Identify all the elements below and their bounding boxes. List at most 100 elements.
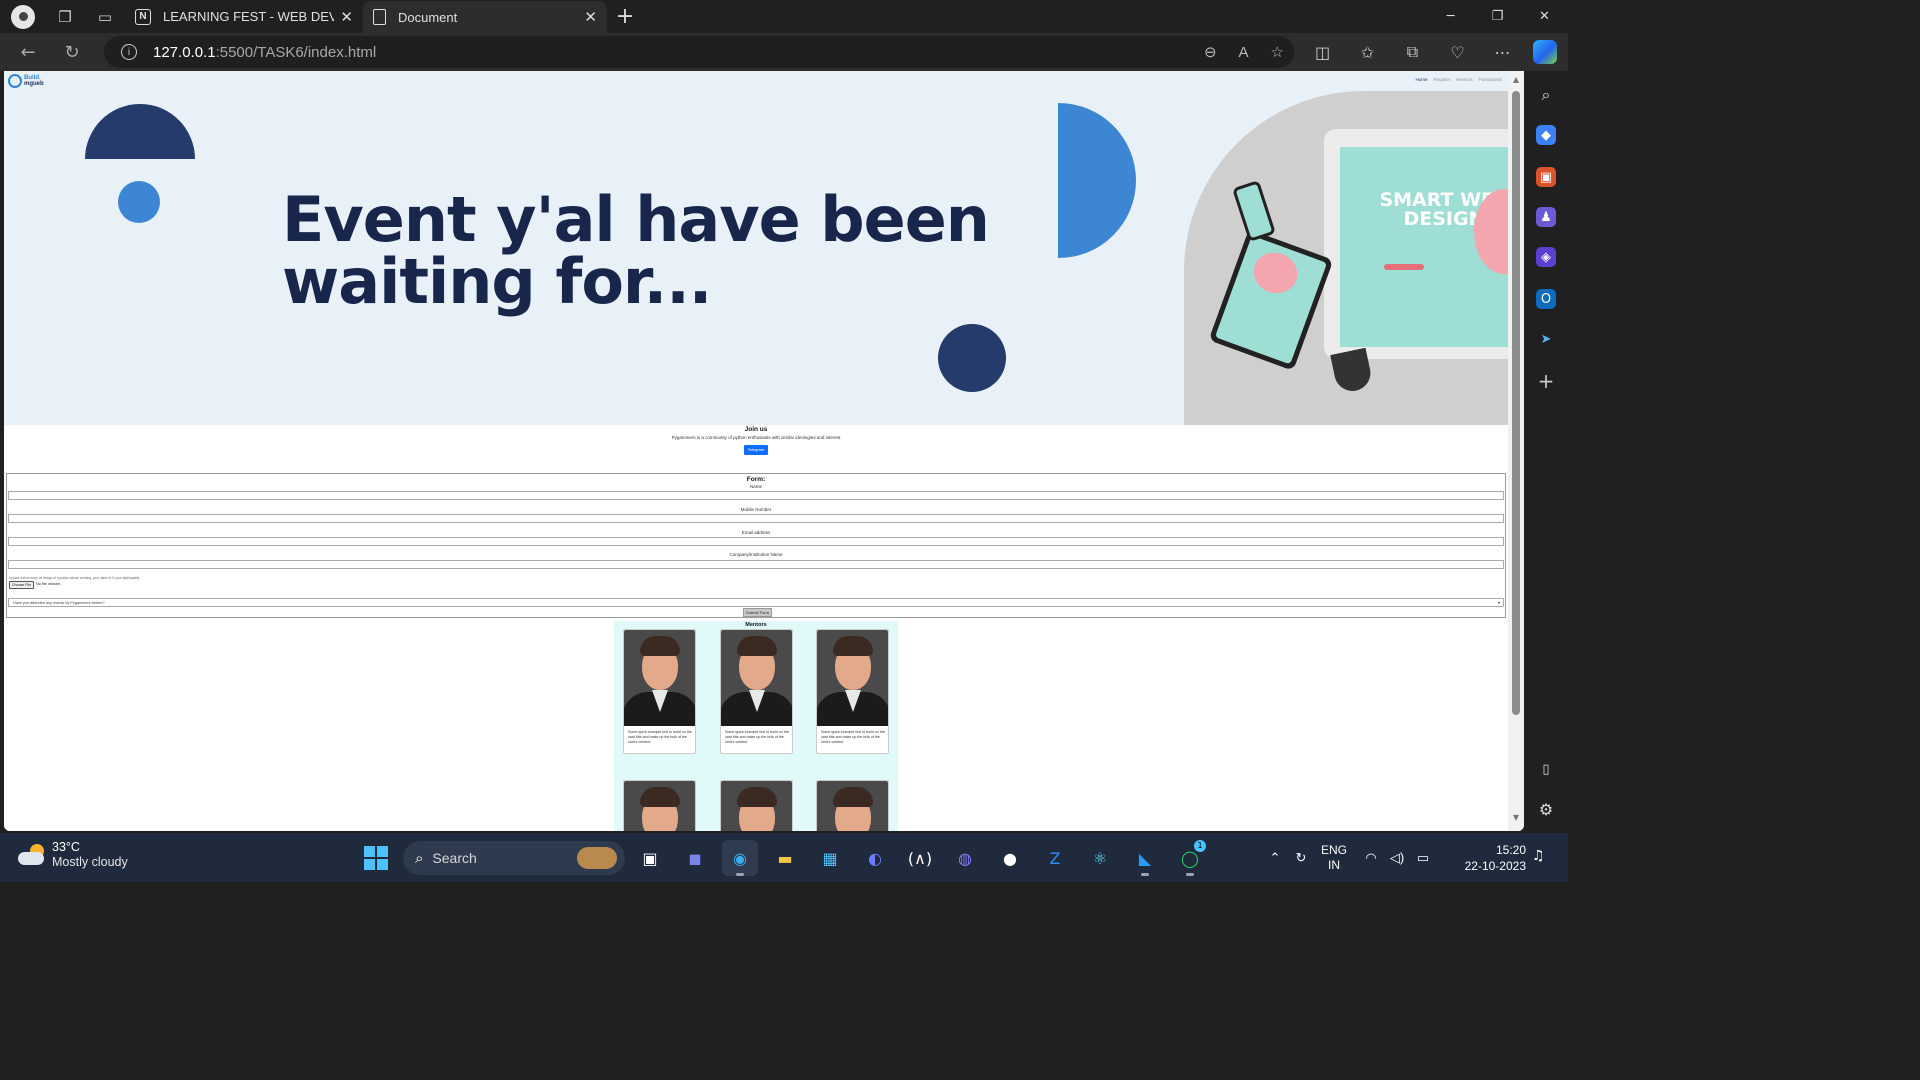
outlook-icon[interactable]: O bbox=[1536, 289, 1556, 309]
mentor-card-text: Some quick example text to build on the … bbox=[628, 730, 692, 744]
volume-icon[interactable]: ◁) bbox=[1387, 850, 1407, 866]
refresh-icon[interactable]: ↻ bbox=[50, 34, 94, 70]
edge-icon[interactable]: ◉ bbox=[722, 840, 758, 876]
whatsapp-icon[interactable]: ◯ 1 bbox=[1172, 840, 1208, 876]
search-icon[interactable]: ⌕ bbox=[1536, 85, 1556, 105]
name-field[interactable] bbox=[8, 491, 1504, 500]
tab-learning-fest[interactable]: N LEARNING FEST - WEB DEVELOPI ✕ bbox=[125, 1, 363, 33]
scroll-thumb[interactable] bbox=[1512, 91, 1520, 715]
tab-document[interactable]: Document ✕ bbox=[363, 1, 607, 33]
search-label: Search bbox=[432, 850, 477, 866]
read-aloud-icon[interactable]: A bbox=[1239, 44, 1249, 61]
scroll-down-icon[interactable]: ▼ bbox=[1511, 813, 1521, 823]
site-logo[interactable]: Build. mgueb bbox=[8, 74, 44, 88]
telegram-button[interactable]: Telegram bbox=[744, 445, 768, 455]
tools-icon[interactable]: ▣ bbox=[1536, 167, 1556, 187]
battery-icon[interactable]: ▭ bbox=[1413, 850, 1433, 866]
weather-widget[interactable]: 33°C Mostly cloudy bbox=[18, 840, 128, 870]
scroll-up-icon[interactable]: ▲ bbox=[1511, 75, 1521, 85]
page-scrollbar[interactable]: ▲ ▼ bbox=[1508, 71, 1524, 831]
nav-link-participants[interactable]: Participants bbox=[1478, 77, 1502, 82]
site-nav-links: Home Register Mentors Participants bbox=[1415, 77, 1502, 82]
new-tab-button[interactable]: + bbox=[607, 4, 643, 29]
close-window-icon[interactable]: ✕ bbox=[1521, 0, 1568, 32]
site-navbar: Build. mgueb Home Register Mentors Partic… bbox=[4, 71, 1508, 91]
nav-link-register[interactable]: Register bbox=[1433, 77, 1450, 82]
decor-half-circle-right bbox=[1058, 103, 1136, 258]
search-icon: ⌕ bbox=[415, 849, 424, 867]
maximize-icon[interactable]: ❐ bbox=[1474, 0, 1521, 32]
terminal-app-icon[interactable]: (∧) bbox=[902, 840, 938, 876]
clock[interactable]: 15:20 22-10-2023 bbox=[1458, 842, 1526, 874]
mentor-card[interactable]: Some quick example text to build on the … bbox=[623, 629, 696, 754]
choose-file-button[interactable]: Choose File bbox=[9, 581, 34, 589]
more-options-icon[interactable]: ⋯ bbox=[1480, 43, 1525, 62]
cortana-app-icon[interactable]: ◐ bbox=[857, 840, 893, 876]
mobile-label: Mobile Number bbox=[740, 507, 772, 512]
mentor-photo bbox=[721, 630, 792, 726]
tab-actions-icon[interactable]: ▭ bbox=[85, 1, 125, 33]
nav-link-home[interactable]: Home bbox=[1415, 77, 1427, 82]
partly-cloudy-icon bbox=[18, 844, 46, 866]
attended-events-select[interactable]: Have you attended any events by Pygammer… bbox=[8, 598, 1504, 607]
site-info-icon[interactable]: i bbox=[121, 44, 137, 60]
copilot-icon[interactable] bbox=[1533, 40, 1557, 64]
react-icon[interactable]: ⚛ bbox=[1082, 840, 1118, 876]
url-host: 127.0.0.1 bbox=[153, 43, 216, 61]
system-tray: ⌃ ↻ ENG IN ◠ ◁) ▭ bbox=[1265, 833, 1439, 882]
browser-essentials-icon[interactable]: ♡ bbox=[1435, 43, 1480, 62]
wifi-icon[interactable]: ◠ bbox=[1361, 850, 1381, 866]
discord-app-icon[interactable]: ◍ bbox=[947, 840, 983, 876]
back-icon[interactable]: ← bbox=[6, 34, 50, 70]
file-explorer-icon[interactable]: ▬ bbox=[767, 840, 803, 876]
submit-button[interactable]: Submit Form bbox=[743, 608, 772, 617]
windows-start-icon[interactable] bbox=[364, 846, 388, 870]
company-field[interactable] bbox=[8, 560, 1504, 569]
form-title: Form: bbox=[746, 476, 766, 483]
favorite-star-icon[interactable]: ☆ bbox=[1271, 43, 1284, 61]
teams-icon[interactable]: ◼ bbox=[677, 840, 713, 876]
mentor-card[interactable] bbox=[623, 780, 696, 831]
close-icon[interactable]: ✕ bbox=[340, 8, 353, 26]
split-screen-icon[interactable]: ◫ bbox=[1300, 43, 1345, 62]
nav-link-mentors[interactable]: Mentors bbox=[1456, 77, 1472, 82]
chevron-down-icon: ▾ bbox=[1497, 600, 1500, 605]
mentors-section: Mentors Some quick example text to build… bbox=[614, 621, 898, 831]
address-bar[interactable]: i 127.0.0.1:5500/TASK6/index.html ⊖ A ☆ bbox=[104, 36, 1294, 68]
mobile-field[interactable] bbox=[8, 514, 1504, 523]
document-icon bbox=[373, 9, 386, 25]
chevron-up-icon[interactable]: ⌃ bbox=[1265, 850, 1285, 866]
notification-bell-icon[interactable]: ♫ bbox=[1532, 848, 1545, 864]
github-icon[interactable]: ● bbox=[992, 840, 1028, 876]
sync-icon[interactable]: ↻ bbox=[1291, 850, 1311, 866]
mentor-card[interactable]: Some quick example text to build on the … bbox=[720, 629, 793, 754]
store-icon[interactable]: ▦ bbox=[812, 840, 848, 876]
microsoft365-icon[interactable]: ◈ bbox=[1536, 247, 1556, 267]
favorites-icon[interactable]: ✩ bbox=[1345, 43, 1390, 62]
collections-icon[interactable]: ⧉ bbox=[1390, 42, 1435, 62]
vscode-icon[interactable]: ◣ bbox=[1127, 840, 1163, 876]
minimize-icon[interactable]: ─ bbox=[1427, 0, 1474, 32]
task-view-icon[interactable]: ▣ bbox=[632, 840, 668, 876]
games-icon[interactable]: ♟ bbox=[1536, 207, 1556, 227]
zoom-app-icon[interactable]: Z bbox=[1037, 840, 1073, 876]
mentor-card[interactable] bbox=[720, 780, 793, 831]
taskbar-search[interactable]: ⌕ Search bbox=[403, 841, 625, 875]
zoom-icon[interactable]: ⊖ bbox=[1204, 43, 1217, 61]
mentor-card[interactable] bbox=[816, 780, 889, 831]
settings-gear-icon[interactable]: ⚙ bbox=[1536, 799, 1556, 819]
browser-toolbar: ← ↻ i 127.0.0.1:5500/TASK6/index.html ⊖ … bbox=[0, 33, 1568, 71]
shopping-icon[interactable]: ◆ bbox=[1536, 125, 1556, 145]
profile-icon[interactable] bbox=[11, 4, 35, 29]
url-path: :5500/TASK6/index.html bbox=[215, 43, 377, 61]
send-icon[interactable]: ➤ bbox=[1536, 329, 1556, 349]
email-field[interactable] bbox=[8, 537, 1504, 546]
close-icon[interactable]: ✕ bbox=[584, 8, 597, 26]
language-indicator[interactable]: ENG IN bbox=[1321, 843, 1347, 873]
add-icon[interactable]: + bbox=[1536, 369, 1556, 393]
phone-illustration bbox=[1232, 180, 1276, 242]
sidebar-toggle-icon[interactable]: ▯ bbox=[1536, 759, 1556, 779]
notification-badge: 1 bbox=[1194, 840, 1206, 852]
mentor-card[interactable]: Some quick example text to build on the … bbox=[816, 629, 889, 754]
workspaces-icon[interactable]: ❐ bbox=[45, 1, 85, 33]
